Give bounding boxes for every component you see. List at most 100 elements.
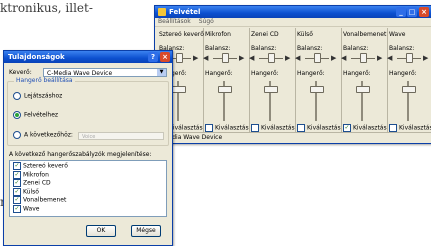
balance-label: Balansz: [389,45,415,52]
dialog-body: Keverő: C-Media Wave Device ▼ Hangerő be… [4,63,172,245]
other-device-select[interactable]: Voice [78,132,164,140]
list-item-label: Külső [23,188,39,195]
speaker-left-icon: ◀ [249,54,255,62]
balance-slider[interactable] [222,53,229,63]
close-icon[interactable]: × [419,7,429,17]
volume-slider[interactable] [356,86,370,93]
radio-selected-icon[interactable] [13,111,21,119]
balance-slider[interactable] [268,53,275,63]
select-label: Kiválasztás [215,124,249,132]
checkbox-checked-icon[interactable]: ✓ [13,162,21,170]
checkbox-icon[interactable] [251,124,259,132]
channel-external: Külső Balansz: ◀ ▶ Hangerő: Kiválasztás [293,28,342,132]
device-label: Keverő: [9,69,32,76]
balance-label: Balansz: [343,45,369,52]
mixer-title: Felvétel [169,8,201,16]
radio-other[interactable]: A következőhöz: [13,131,73,139]
mixer-window: Felvétel _ □ × Beállítások Súgó Sztereó … [154,5,431,144]
channel-name: Mikrofon [205,31,231,38]
ok-button[interactable]: OK [86,225,116,237]
checkbox-checked-icon[interactable]: ✓ [13,204,21,213]
app-icon [158,8,166,16]
channel-wave: Wave Balansz: ◀ ▶ Hangerő: Kiválasztás [385,28,431,132]
balance-slider[interactable] [314,53,321,63]
volume-slider[interactable] [172,86,186,93]
help-icon[interactable]: ? [148,52,158,62]
list-item[interactable]: ✓ Zenei CD [13,179,166,188]
chevron-down-icon[interactable]: ▼ [157,69,166,76]
radio-record[interactable]: Felvételhez [13,111,58,119]
balance-slider[interactable] [406,53,413,63]
channel-microphone: Mikrofon Balansz: ◀ ▶ Hangerő: Kiválasztá… [201,28,250,132]
device-select[interactable]: C-Media Wave Device ▼ [43,68,167,77]
radio-icon[interactable] [13,92,21,100]
other-device-value: Voice [82,134,96,140]
balance-label: Balansz: [251,45,277,52]
select-label: Kiválasztás [353,124,387,132]
radio-record-label: Felvételhez [24,111,59,119]
speaker-left-icon: ◀ [387,54,393,62]
menu-help[interactable]: Súgó [199,18,214,25]
mixer-menubar: Beállítások Súgó [155,18,431,27]
group-title: Hangerő beállítása [14,77,75,84]
radio-other-label: A következőhöz: [24,131,73,139]
properties-dialog: Tulajdonságok ? × Keverő: C-Media Wave D… [3,50,173,246]
balance-slider[interactable] [176,53,183,63]
select-checkbox[interactable]: ✓ Kiválasztás [343,124,387,132]
page-text-top: ktronikus, illet- [0,1,93,15]
dialog-title: Tulajdonságok [8,53,65,61]
controls-list-title: A következő hangerőszabályzók megjelenít… [9,151,152,158]
checkbox-icon[interactable] [389,124,397,132]
checkbox-checked-icon[interactable]: ✓ [343,124,351,132]
radio-playback[interactable]: Lejátszáshoz [13,92,62,100]
list-item-label: Wave [23,205,40,212]
select-checkbox[interactable]: Kiválasztás [205,124,249,132]
checkbox-icon[interactable] [297,124,305,132]
radio-playback-label: Lejátszáshoz [24,92,63,100]
checkbox-checked-icon[interactable]: ✓ [13,170,21,179]
list-item[interactable]: ✓ Sztereó keverő [13,162,166,171]
channel-name: Zenei CD [251,31,279,38]
select-label: Kiválasztás [399,124,431,132]
select-checkbox[interactable]: Kiválasztás [389,124,431,132]
volume-slider[interactable] [402,86,416,93]
checkbox-icon[interactable] [205,124,213,132]
speaker-right-icon: ▶ [239,54,245,62]
channel-cd: Zenei CD Balansz: ◀ ▶ Hangerő: Kiválasztá… [247,28,296,132]
checkbox-checked-icon[interactable]: ✓ [13,187,21,196]
dialog-titlebar: Tulajdonságok ? × [4,51,172,63]
list-item-label: Vonalbemenet [23,196,67,204]
speaker-right-icon: ▶ [285,54,291,62]
speaker-right-icon: ▶ [193,54,199,62]
select-checkbox[interactable]: Kiválasztás [251,124,295,132]
volume-slider[interactable] [310,86,324,93]
device-value: C-Media Wave Device [47,70,113,77]
minimize-icon[interactable]: _ [396,7,406,17]
maximize-icon[interactable]: □ [407,7,417,17]
mixer-titlebar: Felvétel _ □ × [155,6,431,18]
volume-adjust-group: Hangerő beállítása Lejátszáshoz Felvétel… [7,77,169,146]
list-item[interactable]: ✓ Vonalbemenet [13,196,166,205]
channel-name: Vonalbemenet [343,31,387,38]
speaker-right-icon: ▶ [377,54,383,62]
volume-label: Hangerő: [389,70,417,77]
channel-name: Sztereó keverő [159,31,204,38]
radio-icon[interactable] [13,131,21,139]
volume-slider[interactable] [218,86,232,93]
channel-name: Külső [297,31,313,38]
list-item[interactable]: ✓ Külső [13,187,166,197]
mixer-channels: Sztereó keverő Balansz: ◀ ▶ Hangerő: Kivá… [155,28,431,132]
list-item[interactable]: ✓ Mikrofon [13,170,166,180]
menu-settings[interactable]: Beállítások [158,18,191,25]
cancel-button[interactable]: Mégse [131,225,161,237]
list-item[interactable]: ✓ Wave [13,204,166,214]
controls-list: ✓ Sztereó keverő ✓ Mikrofon ✓ Zenei CD ✓ Kül… [9,160,167,217]
volume-slider[interactable] [264,86,278,93]
close-icon[interactable]: × [160,52,170,62]
balance-slider[interactable] [360,53,367,63]
list-item-label: Zenei CD [23,179,51,187]
checkbox-checked-icon[interactable]: ✓ [13,196,21,204]
select-checkbox[interactable]: Kiválasztás [297,124,341,132]
checkbox-checked-icon[interactable]: ✓ [13,179,21,187]
volume-label: Hangerő: [343,70,371,77]
